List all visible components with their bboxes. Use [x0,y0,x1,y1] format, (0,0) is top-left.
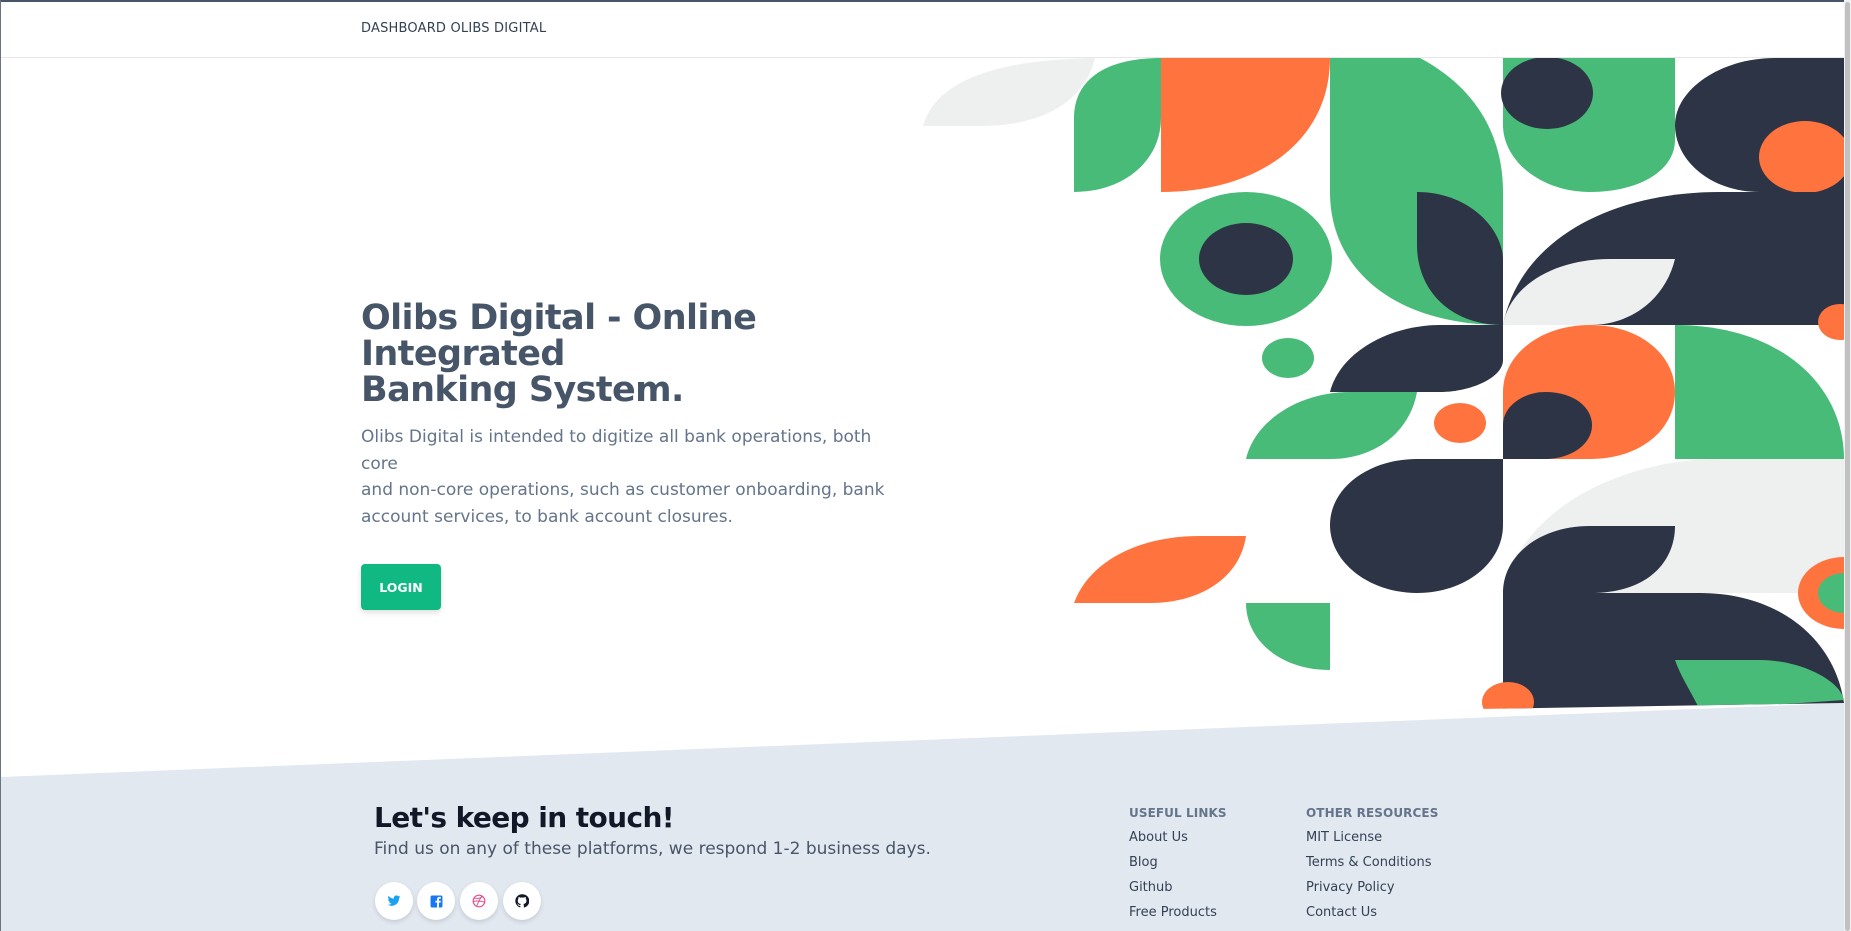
window-frame-left [0,0,1,931]
useful-links-heading: USEFUL LINKS [1129,806,1227,820]
hero-illustration [923,58,1844,718]
footer-link-privacy-policy[interactable]: Privacy Policy [1306,880,1395,895]
facebook-button[interactable] [417,882,455,920]
footer-subtitle: Find us on any of these platforms, we re… [374,839,931,859]
footer-link-free-products[interactable]: Free Products [1129,905,1217,920]
hero-description-line3: account services, to bank account closur… [361,506,733,527]
github-button[interactable] [503,882,541,920]
footer-link-terms[interactable]: Terms & Conditions [1306,855,1432,870]
navbar: DASHBOARD OLIBS DIGITAL [1,2,1844,58]
twitter-icon [387,895,401,906]
footer-link-blog[interactable]: Blog [1129,855,1158,870]
hero-description-line2: and non-core operations, such as custome… [361,480,885,500]
hero-description: Olibs Digital is intended to digitize al… [361,424,901,530]
hero-description-line1: Olibs Digital is intended to digitize al… [361,427,872,474]
scrollbar-thumb[interactable] [1845,2,1850,931]
hero-title-line2: Banking System. [361,370,684,410]
footer-link-mit-license[interactable]: MIT License [1306,830,1382,845]
footer-title: Let's keep in touch! [374,801,675,834]
other-resources-heading: OTHER RESOURCES [1306,806,1439,820]
footer-link-github[interactable]: Github [1129,880,1173,895]
hero-title: Olibs Digital - Online Integrated Bankin… [361,300,901,408]
dribbble-button[interactable] [460,882,498,920]
hero-section: Olibs Digital - Online Integrated Bankin… [361,300,901,610]
footer-link-about-us[interactable]: About Us [1129,830,1188,845]
window-frame-top [0,0,1851,2]
twitter-button[interactable] [375,882,413,920]
dribbble-icon [472,894,486,908]
navbar-brand[interactable]: DASHBOARD OLIBS DIGITAL [361,21,546,36]
login-button[interactable]: LOGIN [361,564,441,610]
facebook-icon [430,895,442,907]
page: DASHBOARD OLIBS DIGITAL Olibs Digital - … [0,0,1851,931]
footer-link-contact-us[interactable]: Contact Us [1306,905,1377,920]
github-icon [515,894,529,908]
hero-title-line1: Olibs Digital - Online Integrated [361,298,757,374]
